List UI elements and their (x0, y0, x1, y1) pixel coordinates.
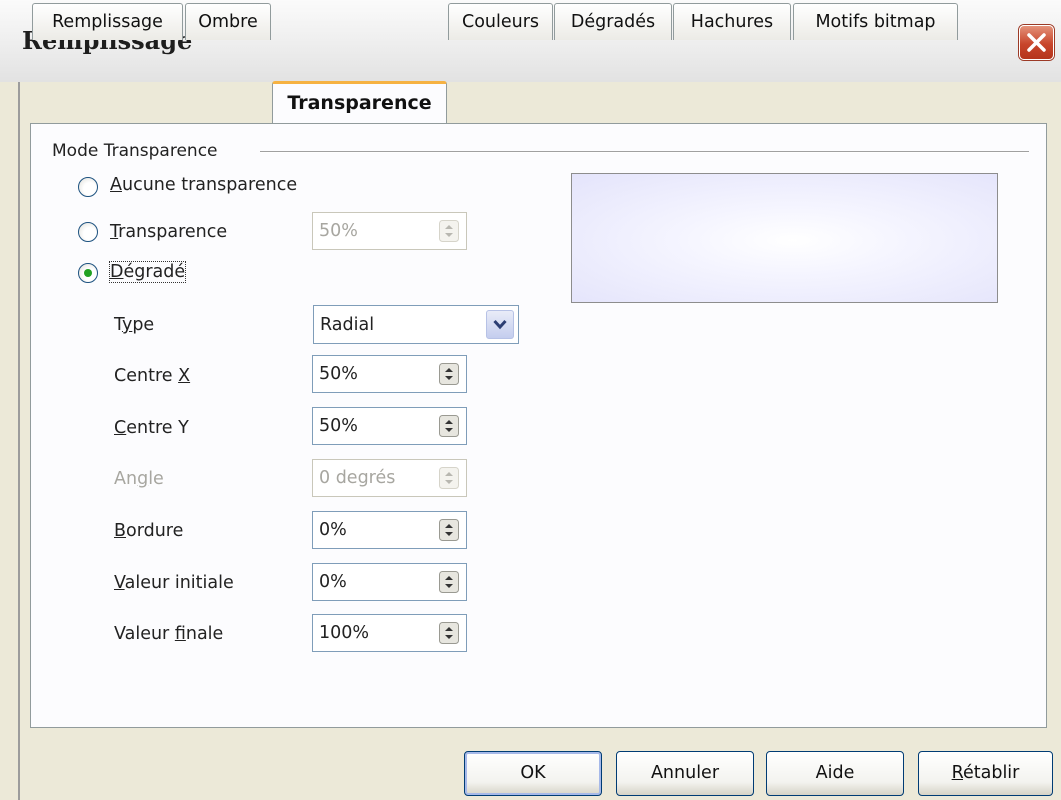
start-value-spinner[interactable]: 0% (312, 563, 467, 601)
spin-arrows-icon[interactable] (439, 363, 459, 385)
ok-label: OK (520, 763, 546, 783)
border-spinner[interactable]: 0% (312, 511, 467, 549)
transparency-preview (571, 173, 998, 303)
label-type: Type (114, 315, 155, 335)
group-label-mode-transparence: Mode Transparence (52, 141, 218, 161)
spin-arrows-icon[interactable] (439, 622, 459, 644)
type-dropdown-button[interactable] (486, 310, 514, 339)
tab-remplissage[interactable]: Remplissage (32, 3, 183, 40)
chevron-down-icon (493, 319, 507, 330)
reset-label: établir (962, 763, 1020, 783)
transparency-spinner[interactable]: 50% (312, 212, 467, 250)
radio-selected-dot (84, 269, 92, 277)
close-button[interactable] (1019, 25, 1054, 60)
spin-arrows-icon[interactable] (439, 571, 459, 593)
spin-arrows-icon (439, 467, 459, 489)
border-value: 0% (319, 520, 347, 540)
group-separator (260, 151, 1029, 153)
tab-label: Couleurs (461, 12, 540, 32)
end-value-spinner[interactable]: 100% (312, 614, 467, 652)
close-icon (1027, 33, 1046, 52)
tab-label: Hachures (690, 12, 774, 32)
label-end-value: Valeur finale (114, 624, 224, 644)
spin-arrows-icon (439, 220, 459, 242)
label-angle: Angle (114, 469, 164, 489)
label-start-value: Valeur initiale (114, 573, 234, 593)
label-center-x: Centre X (114, 366, 191, 386)
dialog-window: Remplissage Remplissage Ombre Transparen… (0, 0, 1061, 800)
angle-spinner[interactable]: 0 degrés (312, 459, 467, 497)
tab-transparence[interactable]: Transparence (272, 81, 447, 123)
help-label: Aide (815, 763, 855, 783)
tab-hachures[interactable]: Hachures (673, 3, 791, 40)
label-transparency[interactable]: Transparence (110, 222, 227, 242)
label-center-y: Centre Y (114, 418, 189, 438)
cancel-button[interactable]: Annuler (616, 751, 754, 796)
tab-degrades[interactable]: Dégradés (554, 3, 672, 40)
center-x-value: 50% (319, 364, 358, 384)
transparency-value: 50% (319, 221, 358, 241)
help-button[interactable]: Aide (766, 751, 904, 796)
radio-no-transparency[interactable] (78, 177, 98, 197)
start-value-value: 0% (319, 572, 347, 592)
spin-arrows-icon[interactable] (439, 519, 459, 541)
tab-label: Remplissage (52, 12, 163, 32)
reset-button[interactable]: Rétablir (918, 751, 1053, 796)
tab-ombre[interactable]: Ombre (185, 3, 271, 40)
tab-label: Ombre (198, 12, 258, 32)
angle-value: 0 degrés (319, 468, 396, 488)
spin-arrows-icon[interactable] (439, 415, 459, 437)
ok-button[interactable]: OK (464, 751, 602, 796)
center-y-spinner[interactable]: 50% (312, 407, 467, 445)
radio-transparency[interactable] (78, 222, 98, 242)
tab-motifs-bitmap[interactable]: Motifs bitmap (793, 3, 958, 40)
label-no-transparency[interactable]: Aucune transparence (110, 175, 297, 195)
tab-label: Motifs bitmap (815, 12, 936, 32)
type-select[interactable]: Radial (313, 305, 519, 344)
label-border: Bordure (114, 521, 184, 541)
cancel-label: Annuler (650, 763, 720, 783)
center-y-value: 50% (319, 416, 358, 436)
center-x-spinner[interactable]: 50% (312, 355, 467, 393)
reset-label-accel: R (951, 763, 963, 783)
label-gradient[interactable]: Dégradé (108, 261, 187, 283)
end-value-value: 100% (319, 623, 370, 643)
tab-label: Dégradés (570, 12, 656, 32)
radio-gradient[interactable] (78, 263, 98, 283)
tab-couleurs[interactable]: Couleurs (448, 3, 553, 40)
tab-label: Transparence (287, 92, 432, 114)
type-value: Radial (320, 315, 375, 335)
